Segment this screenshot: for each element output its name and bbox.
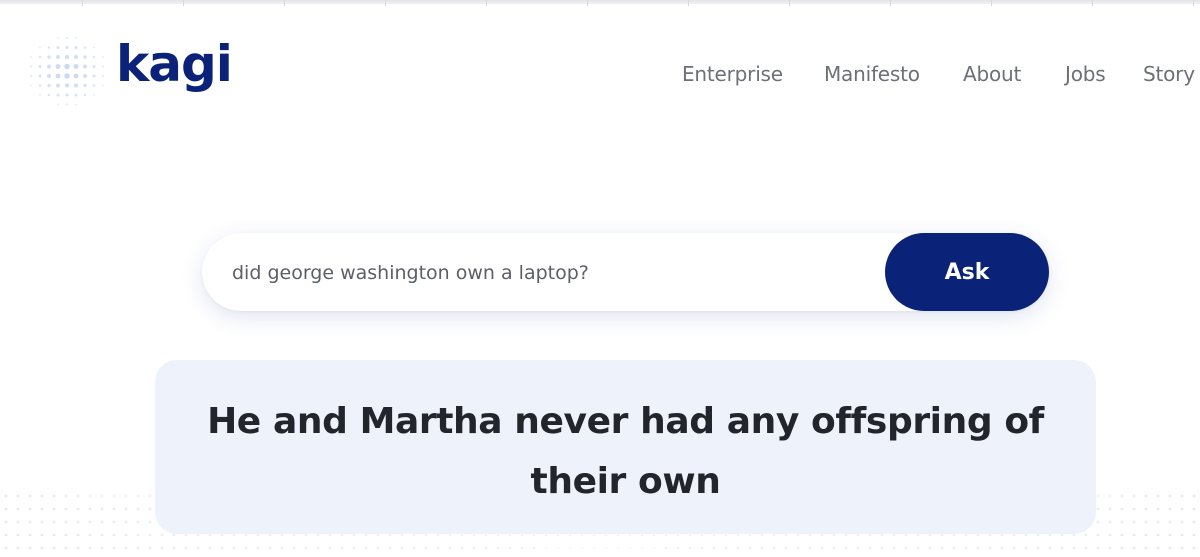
ruler-tick xyxy=(284,0,285,6)
search-input[interactable] xyxy=(230,253,874,293)
nav-story[interactable]: Story xyxy=(1143,62,1195,86)
ruler-tick xyxy=(991,0,992,6)
ruler-tick xyxy=(789,0,790,6)
nav-about[interactable]: About xyxy=(963,62,1021,86)
logo-wordmark: kagi xyxy=(116,35,233,93)
ruler-tick xyxy=(1193,0,1194,6)
ruler-tick xyxy=(385,0,386,6)
kagi-dots-logo-icon xyxy=(29,37,105,106)
ruler-tick xyxy=(1092,0,1093,6)
main-nav: Enterprise Manifesto About Jobs Story xyxy=(660,58,1200,92)
ask-search-bar: Ask xyxy=(202,233,1049,311)
ruler-tick xyxy=(587,0,588,6)
kagi-logo-link[interactable]: kagi xyxy=(26,33,236,109)
browser-ruler-ticks xyxy=(0,0,1200,6)
ruler-tick xyxy=(688,0,689,6)
nav-jobs[interactable]: Jobs xyxy=(1065,62,1106,86)
ruler-tick xyxy=(82,0,83,6)
ruler-tick xyxy=(183,0,184,6)
nav-enterprise[interactable]: Enterprise xyxy=(682,62,783,86)
answer-card: He and Martha never had any offspring of… xyxy=(155,360,1096,534)
nav-manifesto[interactable]: Manifesto xyxy=(824,62,920,86)
ruler-tick xyxy=(890,0,891,6)
ruler-tick xyxy=(486,0,487,6)
ask-button[interactable]: Ask xyxy=(885,233,1049,311)
answer-text: He and Martha never had any offspring of… xyxy=(207,401,1044,502)
